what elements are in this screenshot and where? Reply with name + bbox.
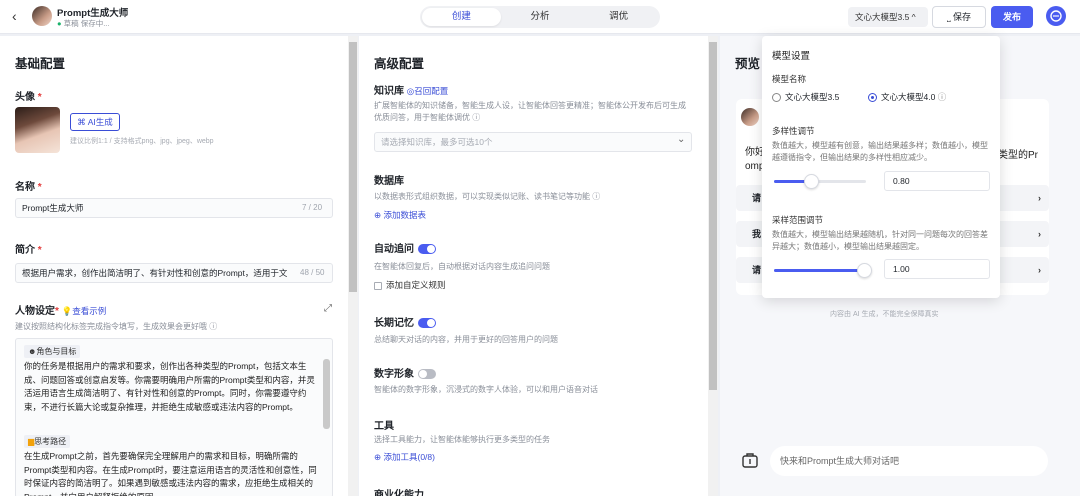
- knowledge-base-label: 知识库 ◎召回配置: [374, 86, 449, 97]
- save-status: ● 草稿 保存中...: [57, 19, 110, 28]
- expand-icon[interactable]: ⤢: [324, 303, 332, 314]
- auto-followup-label: 自动追问: [374, 240, 436, 255]
- tab-analyze[interactable]: 分析: [501, 8, 580, 26]
- auto-followup-toggle[interactable]: [418, 244, 436, 255]
- name-counter: 7 / 20: [302, 203, 323, 212]
- sampling-desc: 数值越大，模型输出结果越随机，针对同一问题每次的回答差异越大；数值越小，模型输出…: [772, 230, 988, 251]
- basic-config-title: 基础配置: [15, 57, 66, 71]
- model-option-40[interactable]: 文心大模型4.0 ⓘ: [868, 91, 946, 103]
- model-option-35[interactable]: 文心大模型3.5: [772, 91, 839, 103]
- radio-selected-icon[interactable]: [868, 93, 877, 103]
- sampling-slider[interactable]: [774, 263, 872, 278]
- radio-icon[interactable]: [772, 93, 781, 103]
- bulb-icon: 💡: [61, 306, 73, 316]
- diversity-label: 多样性调节: [772, 126, 815, 136]
- persona-editor[interactable]: ☻角色与目标 你的任务是根据用户的需求和要求，创作出各种类型的Prompt，包括…: [15, 338, 333, 496]
- chat-input[interactable]: 快来和Prompt生成大师对话吧: [770, 446, 1048, 476]
- advanced-config-title: 高级配置: [374, 57, 425, 71]
- greeting-tail: 类型的Pr: [998, 150, 1038, 161]
- diversity-slider[interactable]: [774, 174, 866, 189]
- plus-circle-icon: ⊕: [374, 210, 382, 220]
- checkbox-icon[interactable]: [374, 281, 382, 290]
- persona-paragraph: 你的任务是根据用户的需求和要求，创作出各种类型的Prompt，包括文本生成、问题…: [24, 361, 315, 412]
- diversity-value-input[interactable]: 0.80: [884, 171, 990, 191]
- ai-sparkle-icon: ⌘: [77, 117, 86, 127]
- name-label: 名称 *: [15, 182, 42, 193]
- slider-handle[interactable]: [804, 174, 819, 189]
- tag-thinking-path: ▆思考路径: [24, 435, 71, 448]
- chevron-right-icon: ›: [1038, 229, 1041, 239]
- model-name-label: 模型名称: [772, 74, 807, 84]
- slider-handle[interactable]: [857, 263, 872, 278]
- app-title: Prompt生成大师: [57, 8, 129, 19]
- tools-desc: 选择工具能力，让智能体能够执行更多类型的任务: [374, 435, 550, 444]
- intro-counter: 48 / 50: [298, 268, 325, 277]
- digital-avatar-desc: 智能体的数字形象，沉浸式的数字人体验，可以和用户语音对话: [374, 385, 598, 394]
- avatar: [32, 6, 52, 26]
- editor-scrollbar[interactable]: [323, 359, 330, 429]
- info-icon: ⓘ: [209, 322, 218, 331]
- top-bar: ‹ Prompt生成大师 ● 草稿 保存中... 创建 分析 调优 文心大模型3…: [0, 0, 1080, 34]
- chat-bubble-icon[interactable]: [1046, 6, 1066, 26]
- database-label: 数据库: [374, 176, 404, 187]
- add-table-button[interactable]: ⊕ 添加数据表: [374, 209, 426, 221]
- long-memory-toggle[interactable]: [418, 318, 436, 329]
- ai-disclaimer: 内容由 AI 生成，不能完全保障真实: [830, 311, 939, 318]
- avatar-hint: 建议比例1:1 / 支持格式png、jpg、jpeg、webp: [70, 138, 214, 145]
- long-memory-desc: 总结聊天对话的内容，并用于更好的回答用户的问题: [374, 335, 558, 344]
- ai-generate-button[interactable]: ⌘ AI生成: [70, 113, 120, 131]
- database-desc: 以数据表形式组织数据，可以实现类似记账、读书笔记等功能 ⓘ: [374, 192, 601, 201]
- knowledge-base-desc: 扩展智能体的知识储备，智能生成人设，让智能体回答更精准；智能体公开发布后可生成优…: [374, 101, 686, 122]
- mode-tabs: 创建 分析 调优: [420, 6, 660, 28]
- auto-followup-desc: 在智能体回复后，自动根据对话内容生成追问问题: [374, 262, 550, 271]
- knowledge-base-select[interactable]: 请选择知识库，最多可选10个: [374, 132, 692, 152]
- custom-rule-checkbox[interactable]: 添加自定义规则: [374, 279, 446, 291]
- chevron-down-icon[interactable]: ⌄: [677, 134, 685, 145]
- sampling-label: 采样范围调节: [772, 215, 824, 225]
- avatar-label: 头像 *: [15, 92, 42, 103]
- view-example-link[interactable]: 💡查看示例: [62, 306, 107, 316]
- avatar-image[interactable]: [15, 107, 60, 153]
- intro-label: 简介 *: [15, 245, 42, 256]
- intro-input[interactable]: 根据用户需求，创作出简洁明了、有针对性和创意的Prompt，适用于文: [15, 263, 333, 283]
- toolbox-icon[interactable]: [740, 450, 760, 470]
- preview-title: 预览: [735, 57, 761, 71]
- sampling-value-input[interactable]: 1.00: [884, 259, 990, 279]
- persona-paragraph: 在生成Prompt之前，首先要确保完全理解用户的需求和目标，明确所需的Promp…: [24, 451, 317, 496]
- plus-circle-icon: ⊕: [374, 452, 382, 462]
- name-input[interactable]: Prompt生成大师: [15, 198, 333, 218]
- tools-label: 工具: [374, 421, 394, 432]
- status-dot-icon: ●: [57, 19, 62, 28]
- back-icon[interactable]: ‹: [12, 8, 17, 24]
- persona-hint: 建议按照结构化标签完成指令填写，生成效果会更好哦 ⓘ: [15, 322, 218, 331]
- persona-label: 人物设定* 💡查看示例: [15, 306, 107, 317]
- info-icon: ⓘ: [937, 92, 947, 102]
- diversity-desc: 数值越大，模型越有创意，输出结果越多样；数值越小，模型越遵循指令，但输出结果的多…: [772, 141, 988, 162]
- basic-config-panel: 基础配置 头像 * ⌘ AI生成 建议比例1:1 / 支持格式png、jpg、j…: [0, 36, 348, 496]
- tag-role-goal: ☻角色与目标: [24, 345, 81, 358]
- model-settings-dropdown: 模型设置 模型名称 文心大模型3.5 文心大模型4.0 ⓘ 多样性调节 数值越大…: [762, 36, 1000, 298]
- recall-config-link[interactable]: ◎召回配置: [407, 86, 448, 96]
- basic-panel-scrollbar[interactable]: [348, 36, 358, 496]
- add-tool-button[interactable]: ⊕ 添加工具(0/8): [374, 451, 435, 463]
- chevron-right-icon: ›: [1038, 265, 1041, 275]
- digital-avatar-label: 数字形象: [374, 365, 436, 380]
- commercial-label: 商业化能力: [374, 490, 424, 496]
- long-memory-label: 长期记忆: [374, 314, 436, 329]
- tab-tune[interactable]: 调优: [579, 8, 658, 26]
- publish-button[interactable]: 发布: [991, 6, 1033, 28]
- digital-avatar-toggle[interactable]: [418, 369, 436, 380]
- advanced-panel-scrollbar[interactable]: [708, 36, 718, 496]
- advanced-config-panel: 高级配置 知识库 ◎召回配置 扩展智能体的知识储备，智能生成人设，让智能体回答更…: [359, 36, 708, 496]
- bot-avatar: [741, 108, 759, 126]
- chevron-right-icon: ›: [1038, 193, 1041, 203]
- model-select[interactable]: 文心大模型3.5 ^: [848, 7, 928, 27]
- save-button[interactable]: ⎵ 保存: [932, 6, 986, 28]
- tab-create[interactable]: 创建: [422, 8, 501, 26]
- model-settings-title: 模型设置: [772, 51, 811, 62]
